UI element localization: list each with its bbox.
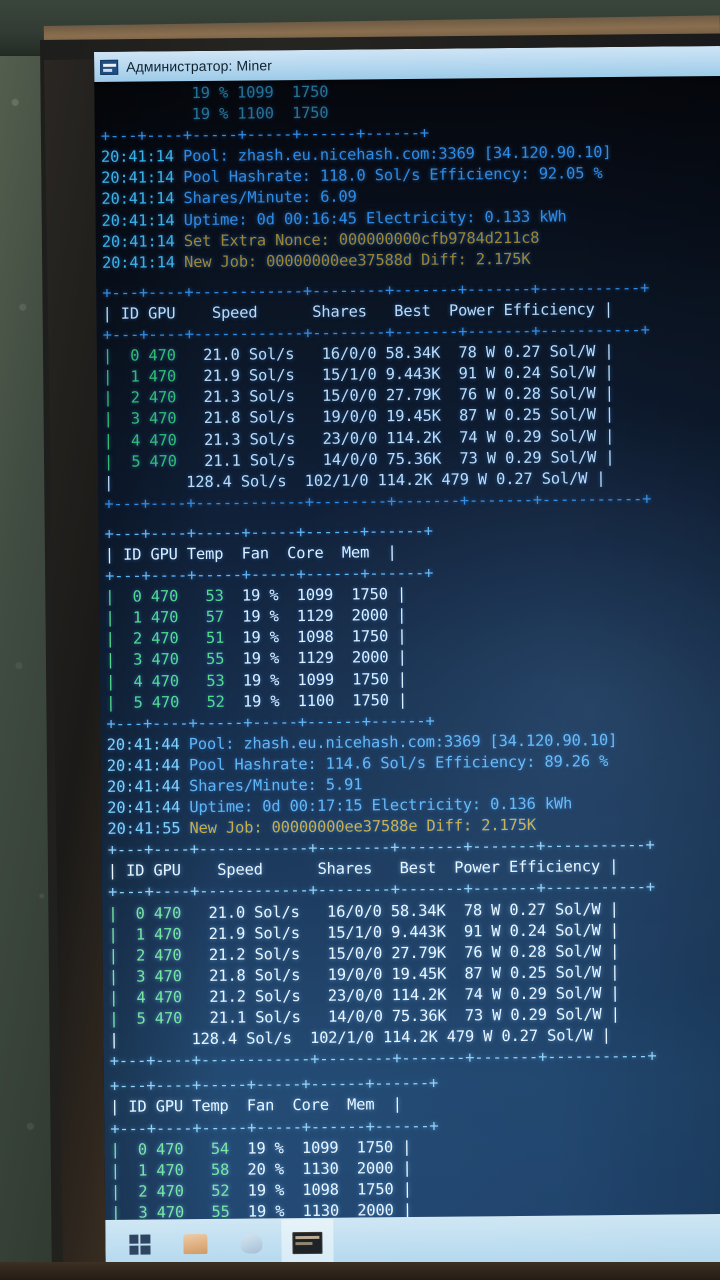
gpu-temp-cell: | 0 470 53 [105,586,224,607]
window-titlebar[interactable]: Администратор: Miner [94,45,720,82]
gpu-metrics-cells: 21.2 Sol/s 15/0/0 27.79K 76 W 0.28 Sol/W… [181,941,620,964]
gpu-temp-cell: | 1 470 58 [110,1160,230,1180]
log-timestamp: 20:41:14 [101,231,175,251]
log-timestamp: 20:41:14 [100,147,175,167]
gpu-clock-cells: 19 % 1098 1750 | [224,627,407,648]
gpu-temp-cell: | 3 470 55 [105,650,225,670]
log-timestamp: 20:41:14 [101,252,176,272]
wall-background-bottom [0,1262,720,1280]
gpu-metrics-cells: 21.1 Sol/s 14/0/0 75.36K 73 W 0.29 Sol/W… [182,1005,620,1028]
log-timestamp: 20:41:14 [101,210,175,230]
gpu-metrics-cells: 21.8 Sol/s 19/0/0 19.45K 87 W 0.25 Sol/W… [181,962,620,986]
gpu-temp-cell: | 0 470 54 [110,1139,230,1159]
log-timestamp: 20:41:55 [107,819,181,839]
log-timestamp: 20:41:14 [101,189,175,209]
gpu-metrics-cells: 21.0 Sol/s 16/0/0 58.34K 78 W 0.27 Sol/W… [181,899,619,922]
taskbar-app-browser[interactable] [225,1219,277,1267]
gpu-stats-table-1: +---+----+------------+--------+-------+… [102,277,720,515]
gpu-clock-cells: 19 % 1099 1750 | [228,1137,412,1158]
browser-icon [240,1233,263,1254]
gpu-id-cell: | 1 470 [103,367,177,387]
gpu-temp-table-1: +---+----+-----+-----+------+------+ | ID… [105,518,720,735]
windows-logo-icon [128,1234,151,1255]
gpu-id-cell: | 3 470 [103,409,177,429]
monitor-screen: Администратор: Miner 19 % 1099 1750 19 %… [94,45,720,1270]
log-timestamp: 20:41:44 [106,735,180,754]
gpu-id-cell: | 0 470 [102,346,176,366]
window-title: Администратор: Miner [126,57,273,75]
gpu-id-cell: | 4 470 [103,430,177,450]
gpu-id-cell: | 2 470 [108,945,182,965]
gpu-clock-cells: 19 % 1100 1750 | [224,690,408,711]
log-timestamp: 20:41:14 [101,168,175,188]
console-icon [100,59,119,75]
gpu-clock-cells: 19 % 1099 1750 | [223,585,407,605]
gpu-metrics-cells: 21.3 Sol/s 15/0/0 27.79K 76 W 0.28 Sol/W… [176,384,614,407]
gpu-stats-table-2: +---+----+------------+--------+-------+… [108,834,720,1072]
gpu-id-cell: | 2 470 [103,388,177,408]
gpu-temp-cell: | 2 470 52 [110,1181,230,1201]
gpu-id-cell: | 4 470 [108,988,183,1007]
gpu-temp-cell: | 4 470 53 [105,671,225,691]
console-icon [292,1231,323,1255]
gpu-metrics-cells: 21.9 Sol/s 15/1/0 9.443K 91 W 0.24 Sol/W… [175,363,614,386]
taskbar-app-miner[interactable] [281,1218,334,1268]
gpu-metrics-cells: 21.8 Sol/s 19/0/0 19.45K 87 W 0.25 Sol/W… [176,405,615,428]
gpu-id-cell: | 0 470 [108,903,182,923]
gpu-clock-cells: 19 % 1098 1750 | [229,1179,412,1200]
console-output[interactable]: 19 % 1099 1750 19 % 1100 1750 +---+----+… [94,75,720,1220]
gpu-id-cell: | 5 470 [109,1009,183,1028]
gpu-id-cell: | 5 470 [103,451,177,471]
photo-scene: Администратор: Miner 19 % 1099 1750 19 %… [0,0,720,1280]
gpu-temp-table-2: +---+----+-----+-----+------+------+ | ID… [110,1070,720,1220]
folder-icon [183,1233,208,1255]
gpu-temp-cell: | 3 470 55 [111,1202,230,1220]
gpu-metrics-cells: 21.1 Sol/s 14/0/0 75.36K 73 W 0.29 Sol/W… [176,447,615,470]
gpu-temp-cell: | 5 470 52 [106,692,225,712]
gpu-metrics-cells: 21.9 Sol/s 15/1/0 9.443K 91 W 0.24 Sol/W… [181,920,620,943]
gpu-temp-cell: | 1 470 57 [105,608,225,628]
gpu-temp-cell: | 2 470 51 [105,629,225,649]
log-timestamp: 20:41:44 [106,756,180,775]
log-block-1: 20:41:14 Pool: zhash.eu.nicehash.com:336… [101,141,720,274]
gpu-metrics-cells: 21.3 Sol/s 23/0/0 114.2K 74 W 0.29 Sol/W… [176,426,615,449]
gpu-clock-cells: 19 % 1129 2000 | [224,648,407,669]
gpu-metrics-cells: 21.2 Sol/s 23/0/0 114.2K 74 W 0.29 Sol/W… [181,983,620,1007]
gpu-id-cell: | 1 470 [108,924,182,944]
gpu-id-cell: | 3 470 [108,967,182,986]
gpu-clock-cells: 19 % 1099 1750 | [224,669,407,690]
log-timestamp: 20:41:44 [106,777,181,796]
gpu-clock-cells: 19 % 1129 2000 | [223,606,407,627]
gpu-metrics-cells: 21.0 Sol/s 16/0/0 58.34K 78 W 0.27 Sol/W… [175,342,614,365]
log-block-2: 20:41:44 Pool: zhash.eu.nicehash.com:336… [107,729,720,840]
scrolled-partial-rows: 19 % 1099 1750 19 % 1100 1750 +---+----+… [100,78,720,147]
log-timestamp: 20:41:44 [107,798,181,818]
gpu-clock-cells: 20 % 1130 2000 | [229,1158,412,1179]
